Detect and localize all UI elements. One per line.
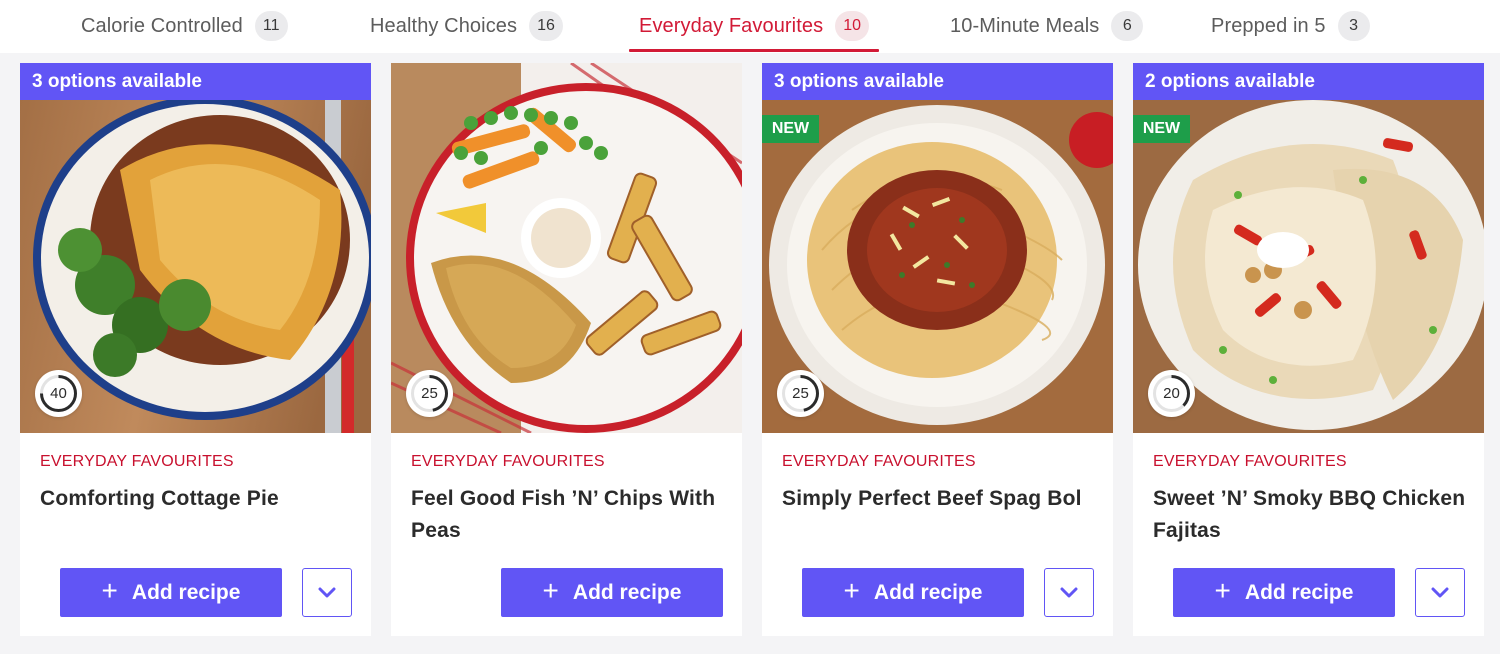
recipe-category: EVERYDAY FAVOURITES	[1153, 453, 1347, 470]
plus-icon: +	[843, 575, 860, 606]
options-available-banner: 3 options available	[20, 63, 371, 100]
recipe-card[interactable]: 3 options available	[762, 63, 1113, 636]
expand-options-button[interactable]	[302, 568, 352, 617]
plus-icon: +	[1214, 575, 1231, 606]
new-badge: NEW	[1133, 115, 1190, 143]
recipe-title[interactable]: Feel Good Fish ’N’ Chips With Peas	[411, 483, 731, 547]
add-recipe-label: Add recipe	[572, 580, 682, 604]
add-recipe-button[interactable]: + Add recipe	[501, 568, 723, 617]
tab-10-minute-meals[interactable]: 10-Minute Meals 6	[950, 0, 1144, 52]
tab-label: Healthy Choices	[370, 14, 518, 37]
plus-icon: +	[542, 575, 559, 606]
tab-everyday-favourites[interactable]: Everyday Favourites 10	[629, 0, 879, 52]
add-recipe-label: Add recipe	[131, 580, 241, 604]
tab-count-badge: 3	[1337, 11, 1370, 41]
add-recipe-label: Add recipe	[1244, 580, 1354, 604]
recipe-title[interactable]: Comforting Cottage Pie	[40, 483, 360, 515]
chevron-down-icon	[1431, 587, 1449, 597]
tab-calorie-controlled[interactable]: Calorie Controlled 11	[81, 0, 288, 52]
tab-count-badge: 6	[1111, 11, 1144, 41]
options-available-banner: 2 options available	[1133, 63, 1484, 100]
tab-healthy-choices[interactable]: Healthy Choices 16	[370, 0, 563, 52]
recipe-category: EVERYDAY FAVOURITES	[411, 453, 605, 470]
recipe-title[interactable]: Sweet ’N’ Smoky BBQ Chicken Fajitas	[1153, 483, 1473, 547]
recipe-category: EVERYDAY FAVOURITES	[782, 453, 976, 470]
tab-prepped-in-5[interactable]: Prepped in 5 3	[1211, 0, 1370, 52]
recipe-title[interactable]: Simply Perfect Beef Spag Bol	[782, 483, 1102, 515]
recipe-category: EVERYDAY FAVOURITES	[40, 453, 234, 470]
tab-count-badge: 11	[254, 11, 288, 41]
recipe-card[interactable]: 3 options available	[20, 63, 371, 636]
category-tab-bar: Calorie Controlled 11 Healthy Choices 16…	[0, 0, 1500, 53]
cook-time-timer: 25	[777, 370, 824, 417]
expand-options-button[interactable]	[1044, 568, 1094, 617]
add-recipe-button[interactable]: + Add recipe	[60, 568, 282, 617]
recipe-card[interactable]: 25 EVERYDAY FAVOURITES Feel Good Fish ’N…	[391, 63, 742, 636]
cook-time-minutes: 40	[50, 385, 67, 402]
tab-label: 10-Minute Meals	[950, 14, 1100, 37]
add-recipe-button[interactable]: + Add recipe	[802, 568, 1024, 617]
add-recipe-label: Add recipe	[873, 580, 983, 604]
tab-label: Prepped in 5	[1211, 14, 1326, 37]
cook-time-timer: 20	[1148, 370, 1195, 417]
tab-count-badge: 10	[835, 11, 869, 41]
cook-time-minutes: 25	[421, 385, 438, 402]
tab-count-badge: 16	[529, 11, 563, 41]
tab-label: Calorie Controlled	[81, 14, 243, 37]
expand-options-button[interactable]	[1415, 568, 1465, 617]
cook-time-timer: 25	[406, 370, 453, 417]
chevron-down-icon	[1060, 587, 1078, 597]
new-badge: NEW	[762, 115, 819, 143]
plus-icon: +	[101, 575, 118, 606]
cook-time-timer: 40	[35, 370, 82, 417]
options-available-banner: 3 options available	[762, 63, 1113, 100]
cook-time-minutes: 25	[792, 385, 809, 402]
cook-time-minutes: 20	[1163, 385, 1180, 402]
tab-label: Everyday Favourites	[639, 14, 824, 37]
recipe-card[interactable]: 2 options available NEW 20 EVERYDAY FAVO…	[1133, 63, 1484, 636]
chevron-down-icon	[318, 587, 336, 597]
add-recipe-button[interactable]: + Add recipe	[1173, 568, 1395, 617]
